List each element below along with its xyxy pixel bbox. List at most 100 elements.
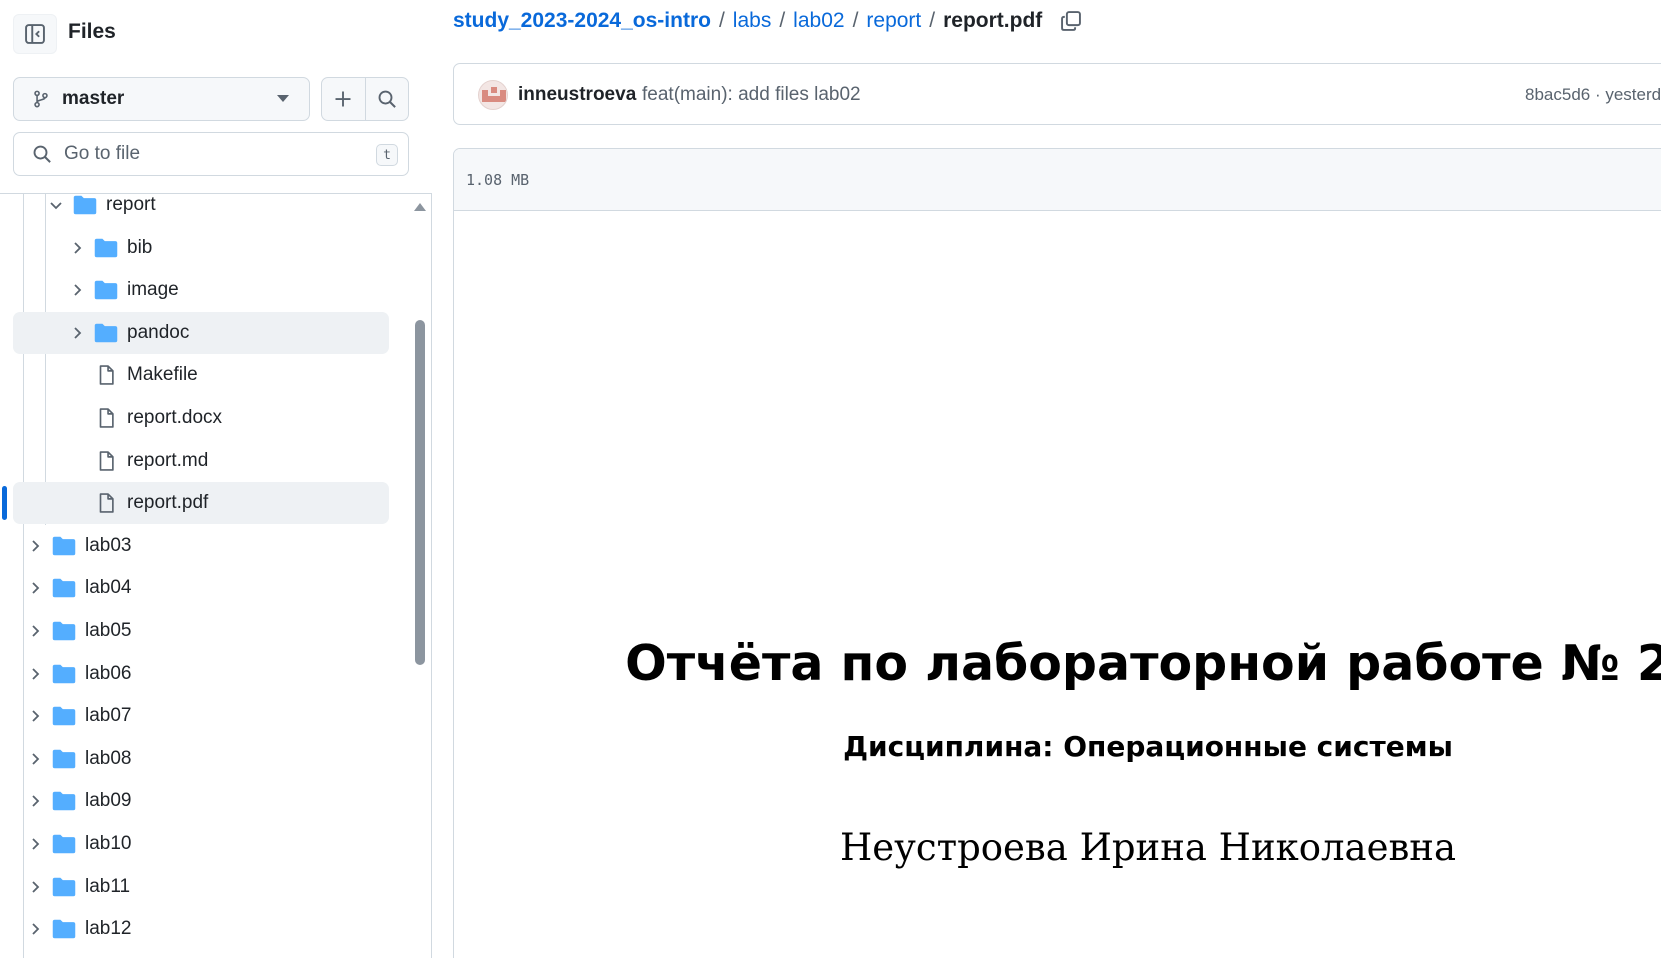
tree-folder-lab06[interactable]: lab06 bbox=[13, 653, 389, 695]
expand-toggle[interactable] bbox=[27, 580, 43, 596]
tree-folder-lab10[interactable]: lab10 bbox=[13, 823, 389, 865]
breadcrumb-repo-link[interactable]: study_2023-2024_os-intro bbox=[453, 9, 711, 33]
tree-file-report-docx[interactable]: report.docx bbox=[13, 397, 389, 439]
file-size: 1.08 MB bbox=[466, 171, 530, 189]
expand-toggle[interactable] bbox=[69, 282, 85, 298]
add-file-button[interactable] bbox=[322, 78, 366, 120]
tree-folder-image[interactable]: image bbox=[13, 269, 389, 311]
folder-icon bbox=[73, 195, 97, 215]
folder-icon bbox=[52, 536, 76, 556]
tree-scrollbar[interactable] bbox=[415, 320, 425, 665]
expand-toggle[interactable] bbox=[27, 921, 43, 937]
tree-folder-lab03[interactable]: lab03 bbox=[13, 525, 389, 567]
expand-toggle[interactable] bbox=[27, 751, 43, 767]
tree-folder-bib[interactable]: bib bbox=[13, 227, 389, 269]
file-icon bbox=[99, 365, 114, 386]
folder-icon-wrap bbox=[52, 577, 76, 599]
tree-folder-lab11[interactable]: lab11 bbox=[13, 866, 389, 908]
breadcrumb-separator: / bbox=[718, 9, 725, 32]
scroll-up-arrow[interactable] bbox=[414, 203, 426, 211]
tree-folder-lab07[interactable]: lab07 bbox=[13, 695, 389, 737]
expand-toggle[interactable] bbox=[69, 240, 85, 256]
tree-item-label: Makefile bbox=[127, 364, 198, 386]
folder-icon-wrap bbox=[52, 748, 76, 770]
tree-item-label: lab10 bbox=[85, 833, 132, 854]
branch-name: master bbox=[62, 88, 125, 109]
chevron-down-icon bbox=[50, 202, 62, 210]
tree-item-label: report.docx bbox=[127, 407, 223, 428]
go-to-file-input[interactable]: Go to file t bbox=[13, 132, 409, 176]
chevron-right-icon bbox=[74, 241, 82, 254]
file-icon bbox=[99, 408, 114, 428]
branch-selector[interactable]: master bbox=[13, 77, 310, 121]
tree-folder-report[interactable]: report bbox=[13, 194, 389, 226]
folder-icon bbox=[52, 834, 76, 854]
expand-toggle[interactable] bbox=[27, 879, 43, 895]
shortcut-hint: t bbox=[376, 144, 398, 166]
expand-toggle[interactable] bbox=[27, 623, 43, 639]
tree-file-makefile[interactable]: Makefile bbox=[13, 354, 389, 396]
chevron-right-icon bbox=[32, 795, 40, 808]
file-tree: report bib image pandoc Makefile report.docx r… bbox=[0, 194, 414, 958]
folder-icon-wrap bbox=[94, 279, 118, 301]
breadcrumb-link-report[interactable]: report bbox=[866, 9, 921, 33]
expand-toggle[interactable] bbox=[27, 793, 43, 809]
avatar[interactable] bbox=[478, 80, 508, 110]
tree-item-label: lab08 bbox=[85, 747, 132, 769]
file-icon bbox=[99, 450, 114, 471]
folder-icon-wrap bbox=[94, 237, 118, 259]
tree-folder-lab12[interactable]: lab12 bbox=[13, 908, 389, 950]
chevron-right-icon bbox=[32, 667, 40, 680]
breadcrumb-link-lab02[interactable]: lab02 bbox=[793, 9, 844, 33]
expand-toggle[interactable] bbox=[27, 836, 43, 852]
pdf-author: Неустроева Ирина Николаевна bbox=[839, 826, 1457, 869]
commit-author[interactable]: inneustroeva bbox=[518, 84, 636, 106]
folder-icon-wrap bbox=[52, 790, 76, 812]
go-to-file-placeholder: Go to file bbox=[64, 143, 141, 164]
tree-item-label: lab04 bbox=[85, 577, 132, 599]
expand-toggle[interactable] bbox=[27, 708, 43, 724]
file-tree-sidebar: Files master Go to file t report bib ima… bbox=[0, 0, 432, 958]
sidebar-header: Files master Go to file t bbox=[0, 0, 432, 194]
search-icon bbox=[378, 90, 396, 108]
folder-icon bbox=[52, 749, 76, 769]
expand-toggle[interactable] bbox=[27, 538, 43, 554]
tree-item-label: report.pdf bbox=[127, 492, 209, 514]
tree-folder-lab05[interactable]: lab05 bbox=[13, 610, 389, 652]
search-code-button[interactable] bbox=[366, 78, 409, 120]
folder-icon-wrap bbox=[52, 535, 76, 557]
chevron-right-icon bbox=[74, 327, 82, 339]
commit-sha-time[interactable]: 8bac5d6 · yesterday bbox=[1525, 85, 1661, 105]
folder-icon bbox=[94, 238, 118, 257]
folder-icon-wrap bbox=[52, 918, 76, 940]
tree-folder-pandoc[interactable]: pandoc bbox=[13, 311, 389, 354]
tree-item-label: lab03 bbox=[85, 534, 132, 556]
file-icon-wrap bbox=[94, 450, 118, 472]
tree-folder-lab04[interactable]: lab04 bbox=[13, 567, 389, 609]
folder-icon bbox=[52, 706, 76, 726]
tree-item-label: lab12 bbox=[85, 918, 132, 940]
chevron-right-icon bbox=[74, 284, 82, 296]
file-icon bbox=[99, 493, 114, 513]
tree-item-label: report.md bbox=[127, 449, 209, 471]
collapse-sidebar-button[interactable] bbox=[13, 14, 57, 54]
tree-item-label: lab11 bbox=[85, 875, 131, 897]
tree-item-label: report bbox=[106, 194, 156, 215]
folder-icon bbox=[52, 877, 76, 896]
tree-folder-lab09[interactable]: lab09 bbox=[13, 780, 389, 822]
copy-path-button[interactable] bbox=[1060, 10, 1082, 32]
tree-file-report-md[interactable]: report.md bbox=[13, 440, 389, 482]
file-icon-wrap bbox=[94, 364, 118, 386]
expand-toggle[interactable] bbox=[48, 197, 64, 213]
chevron-right-icon bbox=[32, 540, 40, 552]
tree-item-label: lab06 bbox=[85, 662, 132, 684]
tree-file-report-pdf[interactable]: report.pdf bbox=[13, 482, 389, 525]
file-view: study_2023-2024_os-intro / labs / lab02 … bbox=[433, 0, 1661, 958]
expand-toggle[interactable] bbox=[69, 325, 85, 341]
folder-icon-wrap bbox=[73, 194, 97, 216]
breadcrumb-link-labs[interactable]: labs bbox=[733, 9, 772, 33]
expand-toggle[interactable] bbox=[27, 666, 43, 682]
folder-icon bbox=[52, 664, 76, 683]
tree-folder-lab08[interactable]: lab08 bbox=[13, 738, 389, 780]
commit-message[interactable]: feat(main): add files lab02 bbox=[642, 84, 861, 106]
